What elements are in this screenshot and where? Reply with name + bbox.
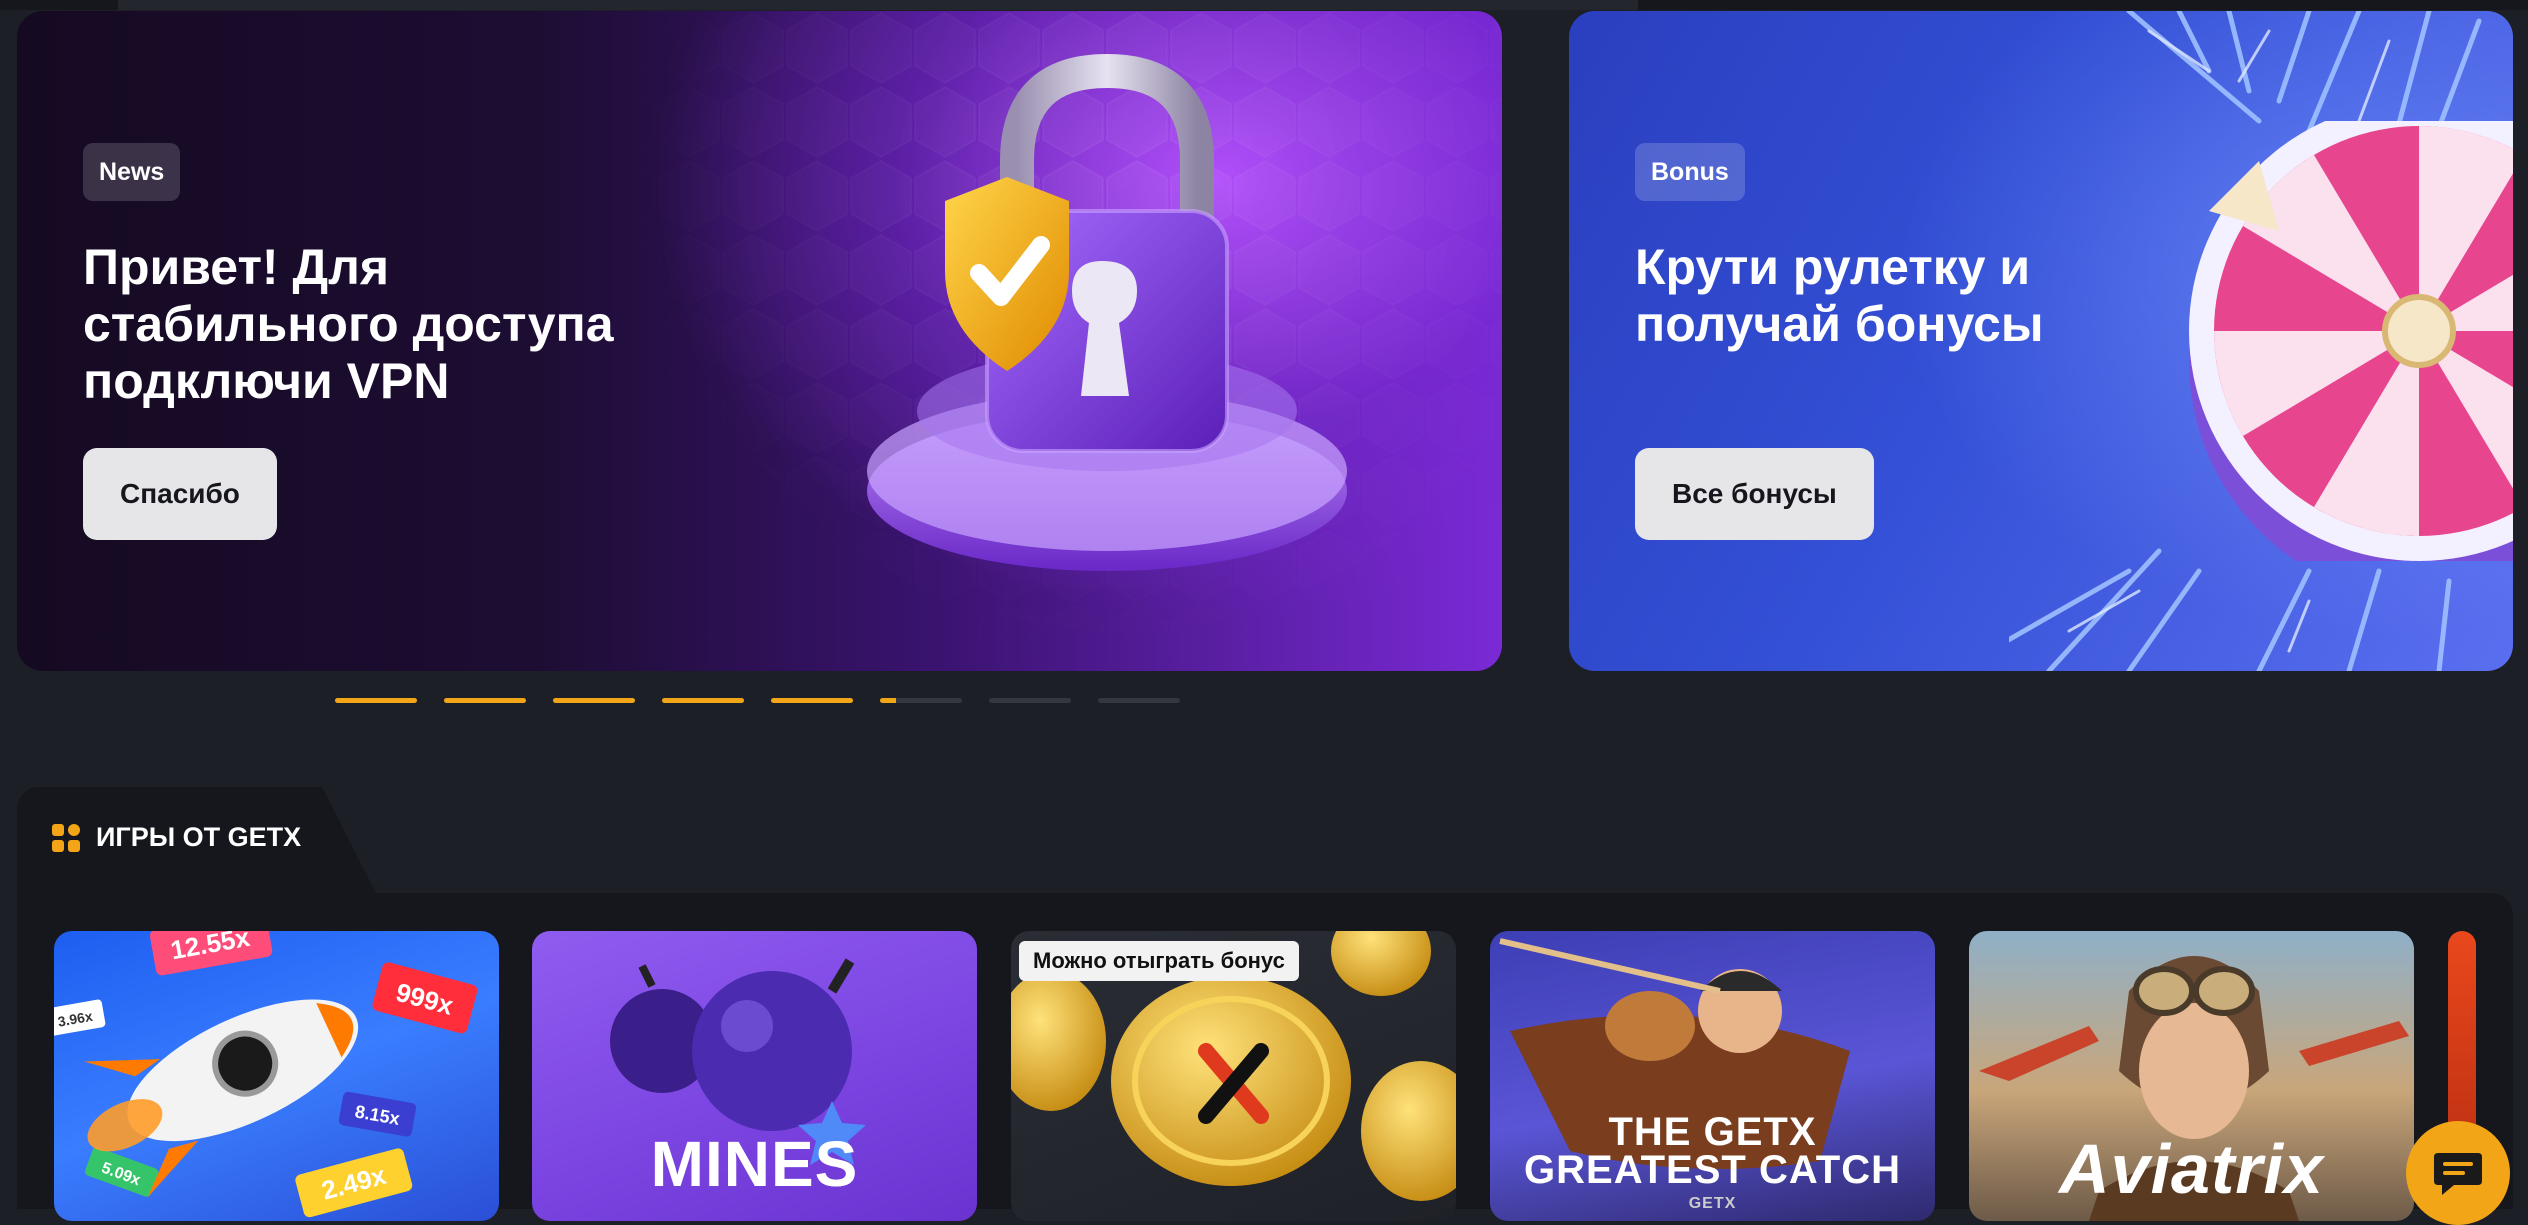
pagination-dot-fill bbox=[335, 698, 417, 703]
all-bonuses-button[interactable]: Все бонусы bbox=[1635, 448, 1874, 540]
pagination-dot[interactable] bbox=[1098, 698, 1180, 703]
top-tab bbox=[118, 0, 1638, 10]
padlock-shield-icon bbox=[867, 53, 1347, 571]
game-card-coin[interactable]: Можно отыграть бонус bbox=[1011, 931, 1456, 1221]
game-subtitle: GETX bbox=[1688, 1195, 1737, 1212]
games-section-header: ИГРЫ ОТ GETX bbox=[52, 822, 301, 853]
news-badge: News bbox=[83, 143, 181, 201]
thanks-button[interactable]: Спасибо bbox=[83, 448, 277, 540]
pagination-dot[interactable] bbox=[335, 698, 417, 703]
game-title: THE GETX GREATEST CATCH bbox=[1524, 1110, 1901, 1192]
pagination-dot-fill bbox=[444, 698, 526, 703]
game-card-rocket[interactable]: 12.55x 999x 3.96x 8.15x 5.09x 2.49x bbox=[54, 931, 499, 1221]
chat-bubble-icon bbox=[2434, 1153, 2482, 1195]
pagination-dot[interactable] bbox=[444, 698, 526, 703]
carousel-pagination bbox=[335, 698, 1180, 703]
top-strip bbox=[0, 0, 2528, 10]
game-card-aviatrix[interactable]: Aviatrix bbox=[1969, 931, 2414, 1221]
games-grid-icon bbox=[52, 823, 80, 852]
pagination-dot[interactable] bbox=[662, 698, 744, 703]
game-title: Aviatrix bbox=[2059, 1130, 2324, 1208]
game-card-mines[interactable]: MINES bbox=[532, 931, 977, 1221]
prize-wheel-icon bbox=[2189, 121, 2513, 561]
pagination-dot[interactable] bbox=[880, 698, 962, 703]
banner-title: Привет! Для стабильного доступа подключи… bbox=[83, 239, 614, 409]
pagination-dot-fill bbox=[880, 698, 897, 703]
pagination-dot-fill bbox=[553, 698, 635, 703]
banner-bonus[interactable]: Bonus Крути рулетку и получай бонусы Все… bbox=[1569, 11, 2513, 671]
pagination-dot[interactable] bbox=[553, 698, 635, 703]
pagination-dot[interactable] bbox=[771, 698, 853, 703]
pagination-dot-fill bbox=[771, 698, 853, 703]
bonus-badge: Bonus bbox=[1635, 143, 1745, 201]
banner-news[interactable]: News Привет! Для стабильного доступа под… bbox=[17, 11, 1502, 671]
promo-badge: Можно отыграть бонус bbox=[1019, 941, 1299, 981]
section-title: ИГРЫ ОТ GETX bbox=[96, 822, 302, 852]
rocket-multiplier-icon: 12.55x 999x 3.96x 8.15x 5.09x 2.49x bbox=[54, 931, 478, 1218]
game-card-catch[interactable]: THE GETX GREATEST CATCH GETX bbox=[1490, 931, 1935, 1221]
pagination-dot-fill bbox=[662, 698, 744, 703]
chat-button[interactable] bbox=[2406, 1121, 2510, 1225]
game-title: MINES bbox=[650, 1128, 859, 1200]
pagination-dot[interactable] bbox=[989, 698, 1071, 703]
